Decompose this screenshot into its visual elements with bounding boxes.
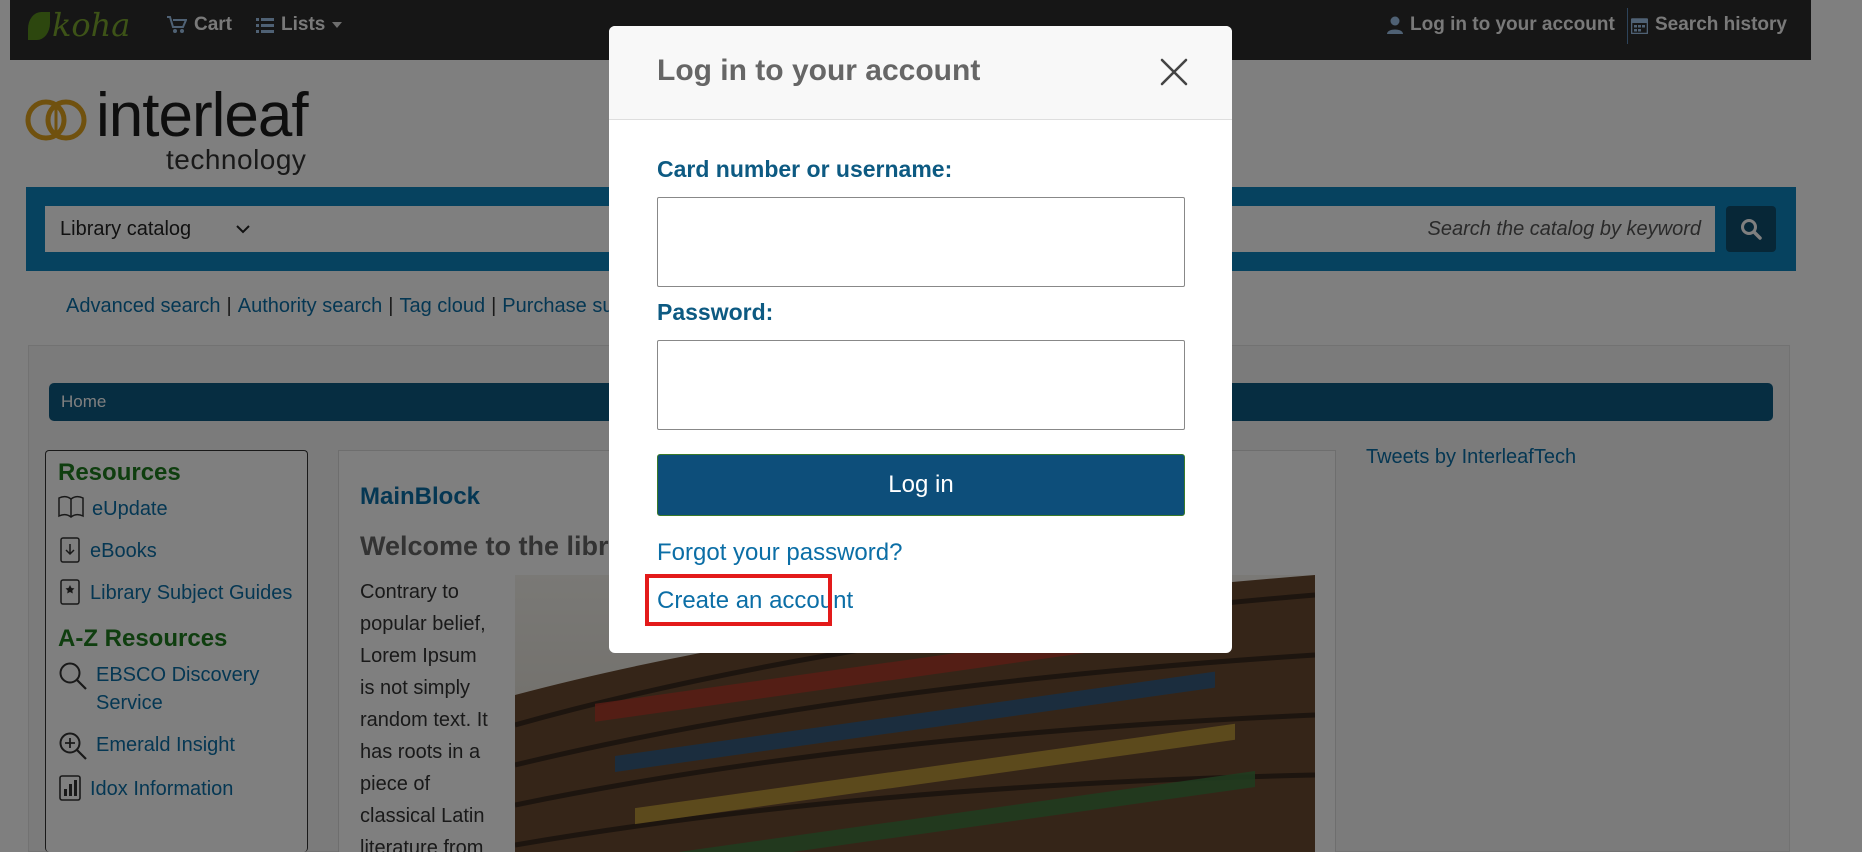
username-label: Card number or username: (657, 156, 953, 182)
login-button[interactable]: Log in (657, 454, 1185, 516)
password-label: Password: (657, 299, 774, 325)
login-modal: Log in to your account Card number or us… (609, 26, 1232, 653)
modal-title: Log in to your account (657, 54, 981, 87)
password-input[interactable] (657, 340, 1185, 430)
username-input[interactable] (657, 197, 1185, 287)
modal-header: Log in to your account (609, 26, 1232, 120)
page: koha Cart Lists Log in to your account S… (0, 0, 1862, 852)
forgot-password-link[interactable]: Forgot your password? (657, 539, 902, 567)
highlight-box (645, 574, 832, 626)
close-icon[interactable] (1157, 55, 1191, 89)
